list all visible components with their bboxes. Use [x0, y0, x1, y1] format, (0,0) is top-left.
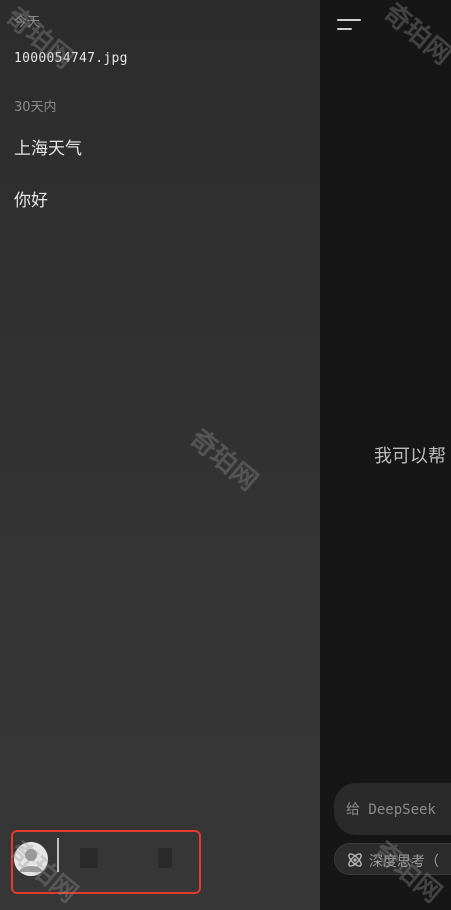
section-label-today: 今天 [14, 15, 41, 30]
user-profile-bar [0, 828, 320, 910]
chat-main: 我可以帮 给 DeepSeek 深度思考（ [320, 0, 451, 910]
message-input[interactable]: 给 DeepSeek [334, 783, 451, 835]
deep-think-toggle[interactable]: 深度思考（ [334, 843, 451, 875]
section-label-30-days: 30天内 [14, 100, 57, 115]
history-item-file[interactable]: 1000054747.jpg [14, 51, 128, 66]
deep-think-label: 深度思考（ [369, 854, 439, 870]
history-item-shanghai-weather[interactable]: 上海天气 [14, 134, 82, 159]
message-input-placeholder: 给 DeepSeek [346, 802, 436, 818]
menu-icon [337, 19, 361, 30]
app-screen: 今天 1000054747.jpg 30天内 上海天气 你好 我可以帮 给 De… [0, 0, 451, 910]
history-item-hello[interactable]: 你好 [14, 186, 48, 211]
welcome-message: 我可以帮 [374, 446, 446, 467]
atom-icon [348, 853, 362, 867]
annotation-highlight-box [11, 830, 201, 894]
history-drawer: 今天 1000054747.jpg 30天内 上海天气 你好 [0, 0, 320, 910]
menu-button[interactable] [336, 14, 362, 36]
